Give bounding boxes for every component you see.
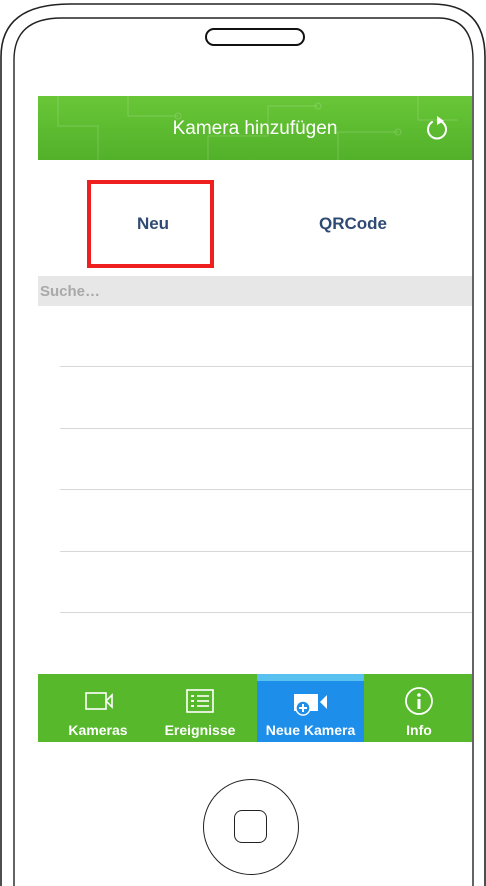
info-icon <box>405 687 433 715</box>
highlight-box <box>87 180 214 268</box>
video-camera-icon <box>85 692 113 710</box>
app-screen: Kamera hinzufügen Neu QRCode Kameras <box>38 96 472 742</box>
segment-qrcode[interactable]: QRCode <box>288 214 418 234</box>
home-button-square <box>234 810 267 843</box>
tab-label: Kameras <box>68 722 128 738</box>
list-separator <box>60 428 472 429</box>
navigation-bar: Kamera hinzufügen <box>38 96 472 160</box>
tab-label: Info <box>406 722 432 738</box>
add-camera-icon <box>294 694 327 716</box>
list-separator <box>60 612 472 613</box>
tab-kameras[interactable]: Kameras <box>56 674 140 742</box>
speaker-slot <box>205 28 305 46</box>
page-title: Kamera hinzufügen <box>172 118 338 139</box>
tab-info[interactable]: Info <box>384 674 454 742</box>
list-separator <box>60 366 472 367</box>
list-separator <box>60 551 472 552</box>
search-input[interactable] <box>40 276 460 306</box>
active-tab-indicator <box>257 674 364 681</box>
search-bar <box>38 276 472 306</box>
list-icon <box>186 689 214 713</box>
tab-bar: Kameras Ereignisse Neue Kamera Info <box>38 674 472 742</box>
tab-label: Neue Kamera <box>265 722 356 738</box>
list-separator <box>60 489 472 490</box>
tab-neue-kamera[interactable]: Neue Kamera <box>257 674 364 742</box>
home-button[interactable] <box>203 779 299 875</box>
tab-label: Ereignisse <box>164 722 236 738</box>
refresh-icon[interactable] <box>422 114 452 144</box>
tab-ereignisse[interactable]: Ereignisse <box>156 674 244 742</box>
